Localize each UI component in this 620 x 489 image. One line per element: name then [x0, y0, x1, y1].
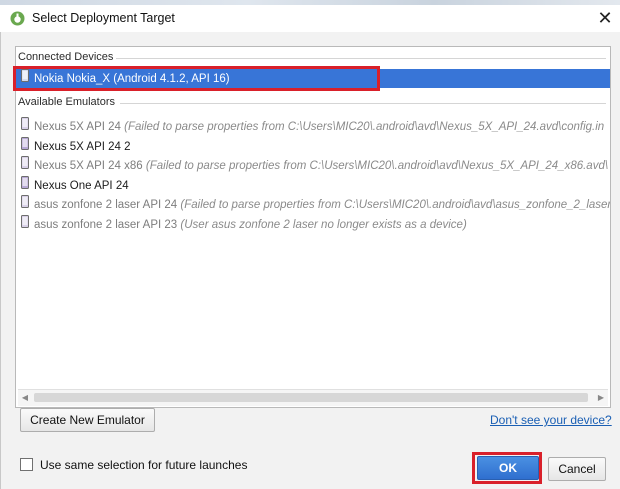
row-note: (Failed to parse properties from C:\User… — [145, 160, 609, 173]
scroll-left-icon[interactable]: ◀ — [18, 390, 32, 406]
phone-icon — [21, 117, 29, 136]
connected-devices-header: Connected Devices — [18, 51, 114, 63]
same-selection-checkbox[interactable] — [20, 458, 33, 471]
phone-icon — [21, 175, 29, 195]
row-name: asus zonfone 2 laser API 23 — [34, 218, 178, 231]
row-note: (Failed to parse properties from C:\User… — [124, 121, 605, 134]
device-row[interactable]: Nokia Nokia_X (Android 4.1.2, API 16) — [16, 69, 610, 88]
phone-icon — [21, 214, 29, 234]
phone-icon — [21, 69, 29, 88]
scroll-right-icon[interactable]: ▶ — [594, 390, 608, 406]
emulator-row[interactable]: Nexus One API 24 — [16, 175, 610, 195]
phone-icon — [21, 136, 29, 156]
row-name: Nokia Nokia_X (Android 4.1.2, API 16) — [34, 73, 230, 86]
dont-see-device-link[interactable]: Don't see your device? — [490, 413, 612, 427]
cancel-button[interactable]: Cancel — [548, 457, 606, 481]
divider — [116, 58, 606, 59]
row-name: asus zonfone 2 laser API 24 — [34, 199, 178, 212]
row-name: Nexus 5X API 24 2 — [34, 140, 131, 153]
horizontal-scrollbar[interactable]: ◀ ▶ — [18, 389, 608, 406]
device-list: Connected Devices Nokia Nokia_X (Android… — [15, 46, 611, 408]
emulator-row[interactable]: asus zonfone 2 laser API 24 (Failed to p… — [16, 195, 610, 214]
phone-icon — [21, 195, 29, 214]
row-name: Nexus 5X API 24 — [34, 121, 121, 134]
android-studio-icon — [10, 11, 25, 26]
row-note: (User asus zonfone 2 laser no longer exi… — [180, 218, 467, 231]
emulator-row[interactable]: Nexus 5X API 24 (Failed to parse propert… — [16, 117, 610, 136]
phone-icon — [21, 156, 29, 175]
divider — [120, 103, 606, 104]
close-icon[interactable]: ✕ — [590, 5, 620, 31]
dialog-body: Connected Devices Nokia Nokia_X (Android… — [0, 32, 620, 489]
emulator-row[interactable]: Nexus 5X API 24 2 — [16, 136, 610, 156]
dialog-titlebar: Select Deployment Target ✕ — [0, 5, 620, 33]
available-emulators-header: Available Emulators — [18, 96, 116, 108]
dialog-title: Select Deployment Target — [32, 11, 175, 25]
ok-button[interactable]: OK — [477, 456, 539, 480]
emulator-row[interactable]: asus zonfone 2 laser API 23 (User asus z… — [16, 214, 610, 234]
create-new-emulator-button[interactable]: Create New Emulator — [20, 408, 155, 432]
scrollbar-thumb[interactable] — [34, 393, 588, 402]
same-selection-label: Use same selection for future launches — [40, 458, 248, 472]
emulator-row[interactable]: Nexus 5X API 24 x86 (Failed to parse pro… — [16, 156, 610, 175]
row-name: Nexus One API 24 — [34, 179, 129, 192]
row-note: (Failed to parse properties from C:\User… — [180, 199, 610, 212]
row-name: Nexus 5X API 24 x86 — [34, 160, 143, 173]
